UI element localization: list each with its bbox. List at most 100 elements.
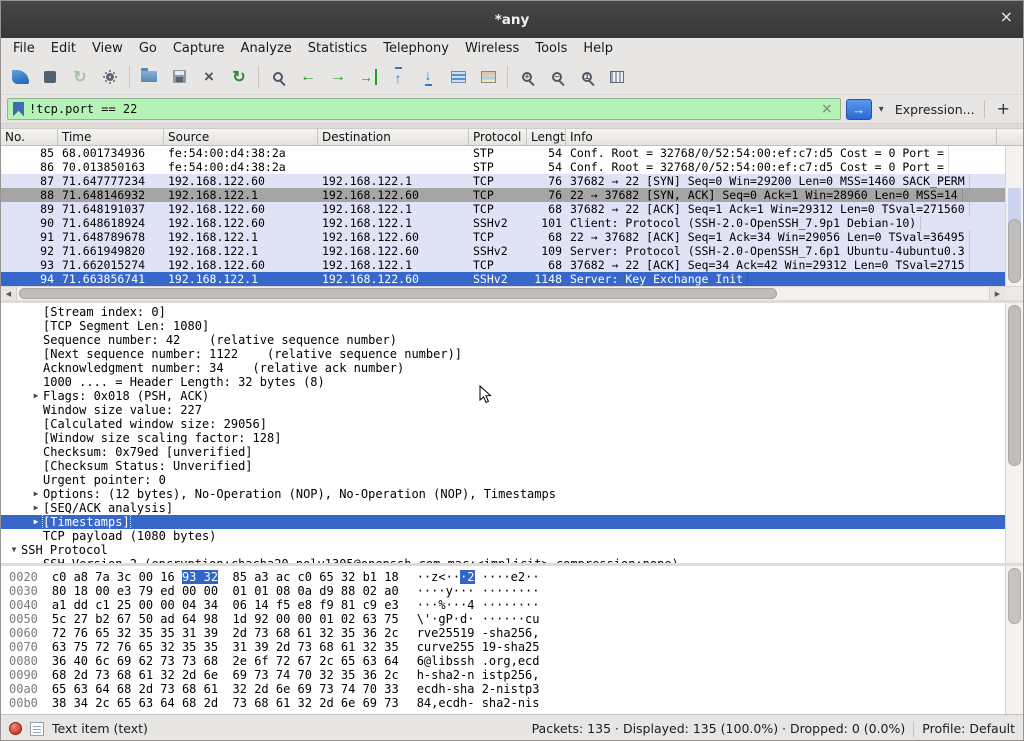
detail-line[interactable]: ▶[Timestamps] bbox=[1, 515, 1005, 529]
detail-line[interactable]: [Stream index: 0] bbox=[1, 305, 1005, 319]
hex-row-0050[interactable]: 00505c 27 b2 67 50 ad 64 98 1d 92 00 00 … bbox=[9, 612, 1003, 626]
details-scrollbar-thumb[interactable] bbox=[1008, 305, 1021, 466]
column-header-no[interactable]: No. bbox=[1, 129, 58, 145]
column-header-time[interactable]: Time bbox=[58, 129, 164, 145]
expert-info-icon[interactable] bbox=[9, 722, 22, 735]
menu-go[interactable]: Go bbox=[131, 38, 165, 59]
detail-line[interactable]: 1000 .... = Header Length: 32 bytes (8) bbox=[1, 375, 1005, 389]
hex-row-00b0[interactable]: 00b038 34 2c 65 63 64 68 2d 73 68 61 32 … bbox=[9, 696, 1003, 710]
go-last-button[interactable] bbox=[413, 63, 443, 91]
packet-row-91[interactable]: 9171.648789678192.168.122.1192.168.122.6… bbox=[1, 230, 1005, 244]
packet-row-89[interactable]: 8971.648191037192.168.122.60192.168.122.… bbox=[1, 202, 1005, 216]
start-capture-button[interactable] bbox=[5, 63, 35, 91]
detail-line[interactable]: Acknowledgment number: 34 (relative ack … bbox=[1, 361, 1005, 375]
hex-row-0090[interactable]: 009068 2d 73 68 61 32 2d 6e 69 73 74 70 … bbox=[9, 668, 1003, 682]
hex-row-0030[interactable]: 003080 18 00 e3 79 ed 00 00 01 01 08 0a … bbox=[9, 584, 1003, 598]
expand-arrow-icon[interactable]: ▶ bbox=[29, 487, 43, 501]
packet-row-88[interactable]: 8871.648146932192.168.122.1192.168.122.6… bbox=[1, 188, 1005, 202]
zoom-original-button[interactable] bbox=[572, 63, 602, 91]
go-forward-button[interactable] bbox=[323, 63, 353, 91]
apply-filter-button[interactable]: → bbox=[846, 99, 872, 120]
column-header-info[interactable]: Info bbox=[566, 129, 997, 145]
menu-help[interactable]: Help bbox=[575, 38, 621, 59]
menu-file[interactable]: File bbox=[5, 38, 43, 59]
detail-line[interactable]: [Calculated window size: 29056] bbox=[1, 417, 1005, 431]
expand-arrow-icon[interactable]: ▶ bbox=[29, 515, 43, 529]
menu-telephony[interactable]: Telephony bbox=[375, 38, 457, 59]
detail-line[interactable]: Sequence number: 42 (relative sequence n… bbox=[1, 333, 1005, 347]
detail-line[interactable]: [Checksum Status: Unverified] bbox=[1, 459, 1005, 473]
stop-capture-button[interactable] bbox=[35, 63, 65, 91]
capture-comment-icon[interactable] bbox=[30, 722, 44, 736]
filter-field[interactable]: × bbox=[7, 98, 841, 120]
save-file-button[interactable] bbox=[164, 63, 194, 91]
packet-list-scrollbar-thumb[interactable] bbox=[1008, 219, 1021, 283]
packet-list-hscrollbar[interactable] bbox=[1, 286, 1023, 300]
zoom-in-button[interactable] bbox=[512, 63, 542, 91]
column-header-len[interactable]: Length bbox=[527, 129, 566, 145]
expand-arrow-icon[interactable]: ▶ bbox=[29, 501, 43, 515]
menu-analyze[interactable]: Analyze bbox=[233, 38, 300, 59]
detail-line[interactable]: ▶[SEQ/ACK analysis] bbox=[1, 501, 1005, 515]
hscroll-right-arrow-icon[interactable] bbox=[989, 287, 1005, 300]
detail-line[interactable]: ▶Options: (12 bytes), No-Operation (NOP)… bbox=[1, 487, 1005, 501]
add-filter-button[interactable]: + bbox=[990, 99, 1017, 120]
detail-line[interactable]: [Window size scaling factor: 128] bbox=[1, 431, 1005, 445]
menu-tools[interactable]: Tools bbox=[527, 38, 575, 59]
detail-line[interactable]: ▶Flags: 0x018 (PSH, ACK) bbox=[1, 389, 1005, 403]
restart-capture-button[interactable] bbox=[65, 63, 95, 91]
title-bar[interactable]: *any × bbox=[1, 1, 1023, 38]
packet-row-87[interactable]: 8771.647777234192.168.122.60192.168.122.… bbox=[1, 174, 1005, 188]
reload-file-button[interactable] bbox=[224, 63, 254, 91]
hex-row-0080[interactable]: 008036 40 6c 69 62 73 73 68 2e 6f 72 67 … bbox=[9, 654, 1003, 668]
hscroll-left-arrow-icon[interactable] bbox=[1, 287, 17, 300]
expand-arrow-icon[interactable]: ▶ bbox=[29, 389, 43, 403]
go-to-packet-button[interactable] bbox=[353, 63, 383, 91]
detail-line[interactable]: Checksum: 0x79ed [unverified] bbox=[1, 445, 1005, 459]
collapse-arrow-icon[interactable]: ▼ bbox=[7, 543, 21, 557]
column-header-dest[interactable]: Destination bbox=[318, 129, 469, 145]
detail-line[interactable]: TCP payload (1080 bytes) bbox=[1, 529, 1005, 543]
packet-row-86[interactable]: 8670.013850163fe:54:00:d4:38:2aSTP54Conf… bbox=[1, 160, 1005, 174]
details-scrollbar[interactable] bbox=[1005, 303, 1023, 563]
menu-view[interactable]: View bbox=[84, 38, 131, 59]
filter-dropdown-icon[interactable]: ▾ bbox=[877, 104, 886, 115]
clear-filter-icon[interactable]: × bbox=[819, 102, 835, 116]
detail-line[interactable]: SSH Version 2 (encryption:chacha20-poly1… bbox=[1, 557, 1005, 563]
packet-row-90[interactable]: 9071.648618924192.168.122.60192.168.122.… bbox=[1, 216, 1005, 230]
hex-row-0060[interactable]: 006072 76 65 32 35 35 31 39 2d 73 68 61 … bbox=[9, 626, 1003, 640]
hex-scrollbar[interactable] bbox=[1005, 566, 1023, 714]
profile-button[interactable]: Profile: Default bbox=[922, 721, 1015, 736]
menu-statistics[interactable]: Statistics bbox=[300, 38, 375, 59]
hscroll-track[interactable] bbox=[17, 287, 989, 300]
menu-wireless[interactable]: Wireless bbox=[457, 38, 527, 59]
find-packet-button[interactable] bbox=[263, 63, 293, 91]
hex-row-00a0[interactable]: 00a065 63 64 68 2d 73 68 61 32 2d 6e 69 … bbox=[9, 682, 1003, 696]
detail-line[interactable]: ▼SSH Protocol bbox=[1, 543, 1005, 557]
filter-bookmark-icon[interactable] bbox=[13, 102, 24, 117]
detail-line[interactable]: Window size value: 227 bbox=[1, 403, 1005, 417]
go-back-button[interactable] bbox=[293, 63, 323, 91]
column-header-proto[interactable]: Protocol bbox=[469, 129, 527, 145]
packet-row-92[interactable]: 9271.661949820192.168.122.1192.168.122.6… bbox=[1, 244, 1005, 258]
packet-list-scrollbar[interactable] bbox=[1005, 146, 1023, 286]
hex-row-0020[interactable]: 0020c0 a8 7a 3c 00 16 93 32 85 a3 ac c0 … bbox=[9, 570, 1003, 584]
close-file-button[interactable] bbox=[194, 63, 224, 91]
filter-input[interactable] bbox=[29, 102, 814, 116]
detail-line[interactable]: [Next sequence number: 1122 (relative se… bbox=[1, 347, 1005, 361]
hex-row-0040[interactable]: 0040a1 dd c1 25 00 00 04 34 06 14 f5 e8 … bbox=[9, 598, 1003, 612]
hex-scrollbar-thumb[interactable] bbox=[1008, 568, 1021, 624]
colorize-button[interactable] bbox=[473, 63, 503, 91]
open-file-button[interactable] bbox=[134, 63, 164, 91]
menu-capture[interactable]: Capture bbox=[165, 38, 233, 59]
resize-columns-button[interactable] bbox=[602, 63, 632, 91]
close-window-button[interactable]: × bbox=[1000, 9, 1013, 25]
zoom-out-button[interactable] bbox=[542, 63, 572, 91]
packet-row-93[interactable]: 9371.662015274192.168.122.60192.168.122.… bbox=[1, 258, 1005, 272]
capture-options-button[interactable] bbox=[95, 63, 125, 91]
menu-edit[interactable]: Edit bbox=[43, 38, 84, 59]
detail-line[interactable]: [TCP Segment Len: 1080] bbox=[1, 319, 1005, 333]
hex-row-0070[interactable]: 007063 75 72 76 65 32 35 35 31 39 2d 73 … bbox=[9, 640, 1003, 654]
auto-scroll-button[interactable] bbox=[443, 63, 473, 91]
expression-button[interactable]: Expression... bbox=[891, 102, 979, 117]
